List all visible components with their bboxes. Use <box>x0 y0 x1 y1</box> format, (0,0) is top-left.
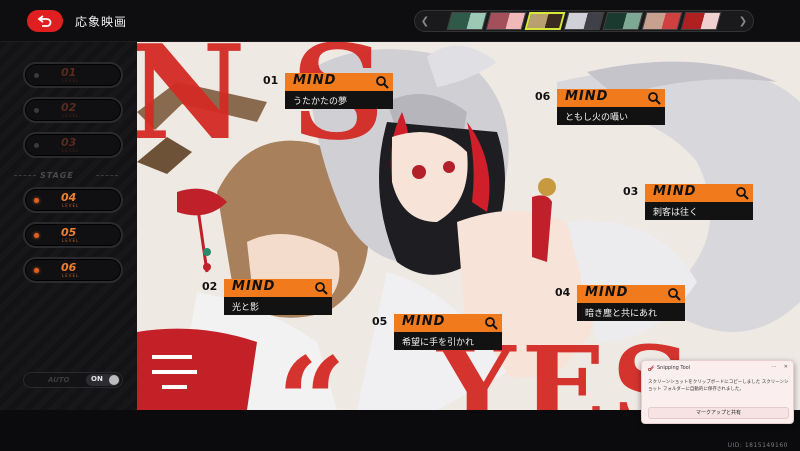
agent-portrait[interactable] <box>602 12 644 30</box>
level-button-03[interactable]: 03 LEVEL <box>23 132 123 158</box>
level-button-04[interactable]: 04 LEVEL <box>23 187 123 213</box>
level-word: LEVEL <box>62 203 80 208</box>
next-agent-button[interactable]: ❯ <box>737 13 749 29</box>
toggle-knob <box>109 375 119 385</box>
level-indicator-dot <box>34 198 39 203</box>
magnifier-icon <box>376 76 389 89</box>
toast-header: Snipping Tool <box>648 365 690 371</box>
level-indicator-dot <box>34 268 39 273</box>
mind-number: 04 <box>555 286 571 299</box>
agent-portrait[interactable] <box>446 12 488 30</box>
level-word: LEVEL <box>62 113 80 118</box>
stage-divider-right <box>96 175 118 176</box>
mind-title-box: うたかたの夢 <box>285 91 393 109</box>
auto-label: AUTO <box>48 376 70 384</box>
mind-number: 03 <box>623 185 639 198</box>
mind-title-box: 刺客は往く <box>645 202 753 220</box>
mind-header: MIND <box>285 73 393 91</box>
level-word: LEVEL <box>62 238 80 243</box>
back-button[interactable] <box>27 10 63 32</box>
scissors-icon <box>648 365 654 371</box>
agent-portrait[interactable] <box>563 12 605 30</box>
mind-number: 05 <box>372 315 388 328</box>
mind-title: 光と影 <box>232 303 260 313</box>
mind-header: MIND <box>557 89 665 107</box>
toast-message: スクリーンショットをクリップボードにコピーしました スクリーンショット フォルダ… <box>648 380 789 392</box>
auto-toggle[interactable]: ON <box>86 374 120 386</box>
auto-play-row: AUTO ON <box>23 372 123 388</box>
toast-app-name: Snipping Tool <box>657 365 691 371</box>
agent-portrait[interactable] <box>641 12 683 30</box>
mind-title-box: 暗き塵と共にあれ <box>577 303 685 321</box>
mind-title: 希望に手を引かれ <box>402 338 475 348</box>
mind-label: MIND <box>585 285 629 300</box>
mind-title-box: 光と影 <box>224 297 332 315</box>
page-title: 応象映画 <box>75 15 128 29</box>
agent-portrait[interactable] <box>524 12 566 30</box>
mind-label: MIND <box>293 73 337 88</box>
toast-controls: ⋯ ✕ <box>772 364 788 370</box>
snipping-tool-notification[interactable]: Snipping Tool ⋯ ✕ スクリーンショットをクリップボードにコピーし… <box>641 360 794 424</box>
level-indicator-dot <box>34 108 39 113</box>
stage-divider-left <box>14 175 36 176</box>
mind-label: MIND <box>402 314 446 329</box>
agent-portrait[interactable] <box>485 12 527 30</box>
mind-header: MIND <box>394 314 502 332</box>
level-panel: 01 LEVEL 02 LEVEL 03 LEVEL STAGE 04 LEVE… <box>0 42 137 410</box>
level-word: LEVEL <box>62 273 80 278</box>
back-arrow-icon <box>37 15 52 27</box>
agent-selector: ❮ ❯ <box>414 10 754 32</box>
mind-number: 01 <box>263 74 279 87</box>
mind-number: 06 <box>535 90 551 103</box>
agent-portrait[interactable] <box>680 12 722 30</box>
level-button-05[interactable]: 05 LEVEL <box>23 222 123 248</box>
mind-title: うたかたの夢 <box>293 97 348 107</box>
mind-title: ともし火の囁い <box>565 113 629 123</box>
mind-label: MIND <box>653 184 697 199</box>
mind-number: 02 <box>202 280 218 293</box>
mind-title-box: ともし火の囁い <box>557 107 665 125</box>
prev-agent-button[interactable]: ❮ <box>419 13 431 29</box>
mind-label: MIND <box>565 89 609 104</box>
background-text-quote: “ <box>277 331 347 411</box>
level-button-02[interactable]: 02 LEVEL <box>23 97 123 123</box>
more-options-icon[interactable]: ⋯ <box>772 364 777 370</box>
mind-header: MIND <box>577 285 685 303</box>
top-bar: 応象映画 ❮ ❯ <box>0 0 800 42</box>
level-button-06[interactable]: 06 LEVEL <box>23 257 123 283</box>
uid-label: UID: 1815149160 <box>727 442 788 449</box>
agent-portrait-list <box>431 12 737 30</box>
mind-label: MIND <box>232 279 276 294</box>
mind-header: MIND <box>224 279 332 297</box>
close-icon[interactable]: ✕ <box>784 364 788 370</box>
level-button-01[interactable]: 01 LEVEL <box>23 62 123 88</box>
magnifier-icon <box>315 282 328 295</box>
stage-label: STAGE <box>40 171 74 180</box>
markup-share-button[interactable]: マークアップと共有 <box>648 407 789 419</box>
magnifier-icon <box>736 187 749 200</box>
toggle-state-text: ON <box>91 375 103 383</box>
level-indicator-dot <box>34 73 39 78</box>
level-word: LEVEL <box>62 78 80 83</box>
level-word: LEVEL <box>62 148 80 153</box>
magnifier-icon <box>485 317 498 330</box>
magnifier-icon <box>668 288 681 301</box>
mind-title: 暗き塵と共にあれ <box>585 309 658 319</box>
mind-title: 刺客は往く <box>653 208 699 218</box>
mind-title-box: 希望に手を引かれ <box>394 332 502 350</box>
mind-header: MIND <box>645 184 753 202</box>
cinema-artwork: N S “ YES 01 MIND うたかたの夢 06 MIND ともし火の囁い… <box>137 42 800 410</box>
magnifier-icon <box>648 92 661 105</box>
level-indicator-dot <box>34 233 39 238</box>
level-indicator-dot <box>34 143 39 148</box>
